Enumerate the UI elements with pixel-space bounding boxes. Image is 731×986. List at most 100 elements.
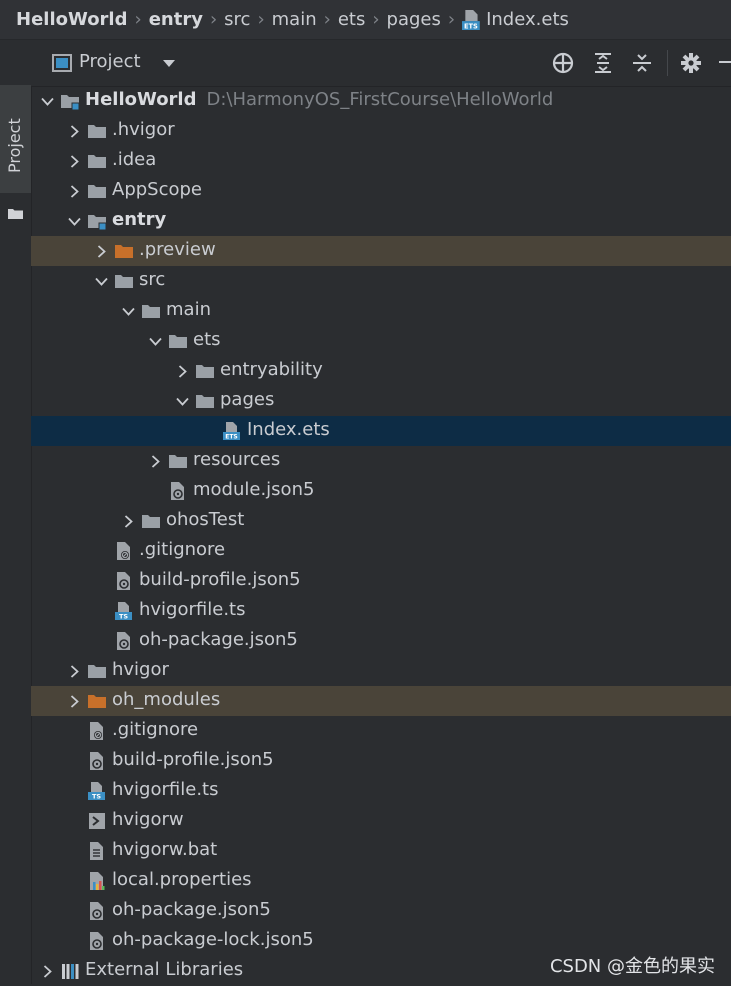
json-file-icon	[90, 752, 103, 770]
tree-row[interactable]: ohosTest	[31, 506, 731, 536]
tree-row[interactable]: AppScope	[31, 176, 731, 206]
tree-item-label: hvigorfile.ts	[112, 779, 218, 800]
chevron-right-icon[interactable]	[149, 455, 162, 468]
tree-item-label: entry	[112, 209, 166, 230]
tree-row[interactable]: oh-package.json5	[31, 896, 731, 926]
breadcrumb-item[interactable]: ets	[338, 9, 366, 30]
excluded-folder-icon	[88, 695, 106, 708]
tree-row[interactable]: .gitignore	[31, 716, 731, 746]
tree-row[interactable]: hvigor	[31, 656, 731, 686]
json-file-icon	[117, 632, 130, 650]
tree-item-label: src	[139, 269, 165, 290]
chevron-right-icon[interactable]	[68, 185, 81, 198]
toolbar-divider	[667, 50, 668, 76]
chevron-right-icon[interactable]	[68, 125, 81, 138]
breadcrumb-item[interactable]: Index.ets	[486, 9, 569, 30]
tree-item-label: .preview	[139, 239, 216, 260]
ts-file-icon: TS	[115, 602, 132, 620]
folder-icon	[169, 335, 187, 348]
tree-row[interactable]: ETS Index.ets	[31, 416, 731, 446]
breadcrumb-item[interactable]: pages	[387, 9, 441, 30]
chevron-right-icon[interactable]	[41, 965, 54, 978]
view-dropdown-chevron-icon[interactable]	[163, 60, 175, 67]
breadcrumb-separator-icon: ›	[209, 9, 218, 30]
tree-row[interactable]: .gitignore	[31, 536, 731, 566]
shell-file-icon	[89, 813, 105, 829]
tree-row[interactable]: ets	[31, 326, 731, 356]
tree-row[interactable]: local.properties	[31, 866, 731, 896]
tool-window-strip: Project	[0, 40, 32, 984]
tree-row[interactable]: .preview	[31, 236, 731, 266]
tree-row[interactable]: hvigorw	[31, 806, 731, 836]
tree-item-name: External Libraries	[85, 959, 244, 980]
tree-item-name: resources	[193, 449, 281, 470]
chevron-down-icon[interactable]	[41, 95, 54, 108]
breadcrumb-item[interactable]: src	[224, 9, 250, 30]
chevron-down-icon[interactable]	[149, 335, 162, 348]
properties-file-icon	[90, 872, 105, 890]
tree-row[interactable]: TS hvigorfile.ts	[31, 596, 731, 626]
tree-item-name: build-profile.json5	[139, 569, 301, 590]
ets-file-icon: ETS	[462, 9, 480, 30]
project-tool-tab[interactable]: Project	[0, 85, 31, 219]
chevron-right-icon[interactable]	[68, 695, 81, 708]
folder-icon	[88, 185, 106, 198]
tree-row[interactable]: oh-package.json5	[31, 626, 731, 656]
collapse-all-icon[interactable]	[630, 51, 654, 75]
tree-row[interactable]: pages	[31, 386, 731, 416]
chevron-right-icon[interactable]	[68, 155, 81, 168]
tree-row[interactable]: module.json5	[31, 476, 731, 506]
tree-item-name: hvigor	[112, 659, 169, 680]
breadcrumb-item[interactable]: entry	[149, 9, 203, 30]
ts-file-icon: TS	[88, 782, 105, 800]
tree-item-name: pages	[220, 389, 275, 410]
watermark: CSDN @金色的果实	[549, 956, 715, 977]
tree-row[interactable]: HelloWorld D:\HarmonyOS_FirstCourse\Hello…	[31, 86, 731, 116]
chevron-down-icon[interactable]	[95, 275, 108, 288]
tree-item-name: main	[166, 299, 211, 320]
tree-item-label: hvigorfile.ts	[139, 599, 245, 620]
breadcrumb-item[interactable]: main	[272, 9, 317, 30]
folder-icon	[142, 515, 160, 528]
chevron-right-icon[interactable]	[95, 245, 108, 258]
tree-row[interactable]: src	[31, 266, 731, 296]
chevron-right-icon[interactable]	[176, 365, 189, 378]
locate-target-icon[interactable]	[551, 51, 575, 75]
tree-item-label: ets	[193, 329, 221, 350]
tree-row[interactable]: entry	[31, 206, 731, 236]
breadcrumb: HelloWorld › entry › src › main › ets › pages › ETS I…	[0, 0, 731, 40]
tree-row[interactable]: oh_modules	[31, 686, 731, 716]
project-path-hint: D:\HarmonyOS_FirstCourse\HelloWorld	[206, 89, 554, 110]
breadcrumb-item[interactable]: HelloWorld	[16, 9, 128, 30]
tree-row[interactable]: build-profile.json5	[31, 746, 731, 776]
folder-icon	[196, 395, 214, 408]
tree-item-name: .hvigor	[112, 119, 175, 140]
tree-item-label: oh-package-lock.json5	[112, 929, 314, 950]
tree-row[interactable]: hvigorw.bat	[31, 836, 731, 866]
tree-item-name: hvigorfile.ts	[112, 779, 219, 800]
chevron-right-icon[interactable]	[68, 665, 81, 678]
tree-row[interactable]: entryability	[31, 356, 731, 386]
tree-row[interactable]: main	[31, 296, 731, 326]
chevron-right-icon[interactable]	[122, 515, 135, 528]
folder-icon	[88, 665, 106, 678]
tree-row[interactable]: .idea	[31, 146, 731, 176]
chevron-down-icon[interactable]	[176, 395, 189, 408]
tree-row[interactable]: .hvigor	[31, 116, 731, 146]
tree-item-label: oh-package.json5	[112, 899, 271, 920]
module-folder-icon	[88, 215, 106, 230]
chevron-down-icon[interactable]	[122, 305, 135, 318]
svg-text:ETS: ETS	[225, 434, 238, 441]
tree-row[interactable]: TS hvigorfile.ts	[31, 776, 731, 806]
tree-row[interactable]: resources	[31, 446, 731, 476]
chevron-down-icon[interactable]	[68, 215, 81, 228]
tree-item-name: AppScope	[112, 179, 202, 200]
expand-all-icon[interactable]	[591, 51, 615, 75]
tree-item-name: module.json5	[193, 479, 315, 500]
tree-row[interactable]: build-profile.json5	[31, 566, 731, 596]
folder-icon	[196, 365, 214, 378]
hide-panel-icon[interactable]	[719, 61, 731, 63]
project-view-icon	[52, 54, 72, 72]
tree-item-name: oh-package.json5	[112, 899, 271, 920]
gear-icon[interactable]	[679, 51, 703, 75]
